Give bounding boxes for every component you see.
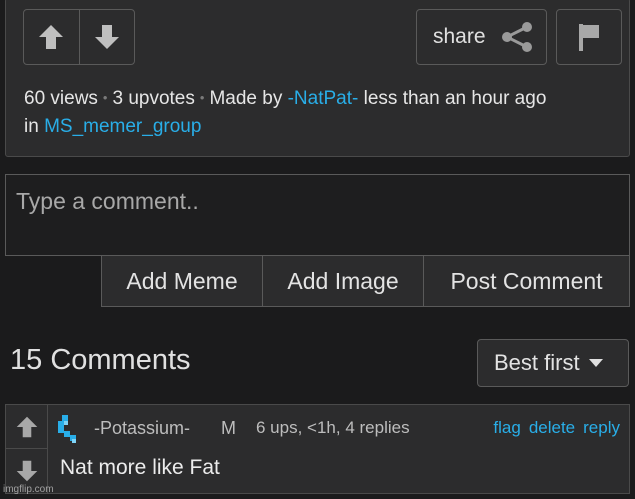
comment-upvote-button[interactable]	[6, 405, 48, 449]
comment-actions: flag delete reply	[493, 418, 620, 438]
separator-dot: •	[102, 90, 108, 105]
comment-flag-link[interactable]: flag	[493, 418, 520, 438]
arrow-down-icon	[16, 460, 38, 482]
arrow-up-icon	[39, 25, 64, 49]
comment-text: Nat more like Fat	[60, 456, 220, 479]
share-button[interactable]: share	[416, 9, 547, 65]
avatar[interactable]	[56, 413, 80, 445]
flag-icon	[579, 24, 599, 51]
separator-dot: •	[199, 90, 205, 105]
caret-down-icon	[588, 359, 603, 367]
arrow-down-icon	[94, 25, 119, 49]
upvote-button[interactable]	[24, 10, 79, 64]
comment-author-gender: M	[221, 418, 236, 438]
vote-box	[23, 9, 135, 65]
sort-dropdown[interactable]: Best first	[477, 339, 629, 387]
comment-vote-box	[6, 405, 48, 493]
arrow-up-icon	[16, 416, 38, 437]
upvote-count: 3 upvotes	[112, 88, 195, 109]
comments-count: 15 Comments	[10, 344, 191, 376]
post-time: less than an hour ago	[363, 88, 547, 109]
add-image-button[interactable]: Add Image	[262, 256, 423, 306]
comment-author[interactable]: -Potassium-	[94, 418, 190, 439]
share-label: share	[433, 25, 486, 48]
comment-stats: 6 ups, <1h, 4 replies	[256, 418, 410, 437]
in-label: in	[24, 116, 39, 137]
add-meme-button[interactable]: Add Meme	[102, 256, 262, 306]
author-link[interactable]: -NatPat-	[288, 88, 359, 109]
comment-input[interactable]	[5, 174, 630, 256]
share-icon	[501, 22, 532, 52]
group-link[interactable]: MS_memer_group	[44, 116, 201, 137]
flag-button[interactable]	[556, 9, 622, 65]
view-count: 60 views	[24, 88, 98, 109]
watermark: imgflip.com	[3, 484, 54, 495]
comment-item: -Potassium- M 6 ups, <1h, 4 replies flag…	[5, 404, 630, 494]
composer-actions: Add Meme Add Image Post Comment	[101, 255, 630, 307]
post-panel: share 60 views • 3 upvotes • Made by -NatPat…	[5, 0, 630, 157]
post-comment-button[interactable]: Post Comment	[423, 256, 629, 306]
post-meta: 60 views • 3 upvotes • Made by -NatPat- less…	[24, 85, 546, 140]
sort-selected-label: Best first	[494, 350, 580, 375]
made-by-label: Made by	[209, 88, 283, 109]
downvote-button[interactable]	[78, 10, 134, 64]
comment-reply-link[interactable]: reply	[583, 418, 620, 438]
comment-delete-link[interactable]: delete	[529, 418, 575, 438]
